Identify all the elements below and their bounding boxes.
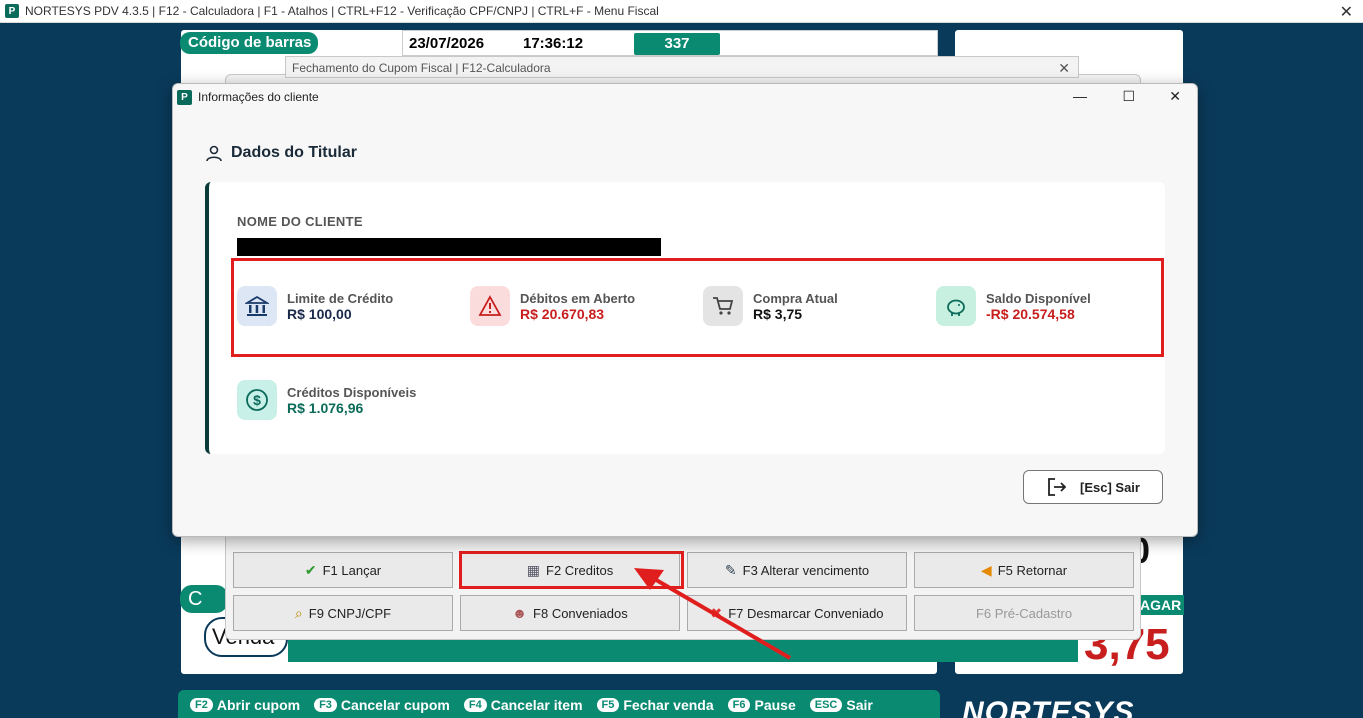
- shortcut-abrir-cupom[interactable]: F2 Abrir cupom: [190, 697, 300, 713]
- cnpj-cpf-button[interactable]: ⌕ F9 CNPJ/CPF: [233, 595, 453, 631]
- shortcut-fechar-venda[interactable]: F5 Fechar venda: [596, 697, 714, 713]
- section-title: Dados do Titular: [205, 144, 357, 162]
- logout-icon: [1048, 478, 1067, 496]
- close-icon[interactable]: ✕: [1169, 88, 1181, 105]
- dialog-titlebar: P Informações do cliente — ☐ ✕: [173, 84, 1197, 110]
- search-document-icon: ⌕: [294, 604, 303, 621]
- date-value: 23/07/2026: [409, 35, 485, 52]
- f2-highlight-annotation: [459, 551, 684, 589]
- dollar-circle-icon: $: [237, 380, 277, 420]
- brand-logo: NORTESYS: [962, 696, 1135, 718]
- retornar-button[interactable]: ◀ F5 Retornar: [914, 552, 1134, 588]
- client-name-redacted: [237, 238, 661, 256]
- barcode-label: Código de barras: [180, 32, 318, 54]
- lancar-button[interactable]: ✔ F1 Lançar: [233, 552, 453, 588]
- shortcut-pause[interactable]: F6 Pause: [727, 697, 796, 713]
- app-logo-icon: P: [5, 4, 19, 18]
- pre-cadastro-button[interactable]: F6 Pré-Cadastro: [914, 595, 1134, 631]
- cupom-window-titlebar: Fechamento do Cupom Fiscal | F12-Calcula…: [285, 56, 1079, 78]
- svg-text:$: $: [253, 392, 261, 408]
- edit-icon: ✎: [724, 561, 737, 578]
- counter-badge: 337: [634, 33, 720, 55]
- exit-button[interactable]: [Esc] Sair: [1023, 470, 1163, 504]
- conveniados-button[interactable]: ☻ F8 Conveniados: [460, 595, 680, 631]
- users-icon: ☻: [512, 605, 528, 621]
- alterar-vencimento-button[interactable]: ✎ F3 Alterar vencimento: [687, 552, 907, 588]
- dialog-title: Informações do cliente: [198, 90, 319, 104]
- kpi-highlight-annotation: [231, 258, 1164, 357]
- minimize-icon[interactable]: —: [1073, 88, 1087, 104]
- kpi-creditos-disponiveis: $ Créditos Disponíveis R$ 1.076,96: [237, 380, 416, 420]
- maximize-icon[interactable]: ☐: [1122, 88, 1135, 105]
- c-label: C: [180, 585, 228, 613]
- cupom-window-title: Fechamento do Cupom Fiscal | F12-Calcula…: [292, 61, 551, 75]
- app-logo-icon: P: [177, 89, 192, 105]
- shortcut-footer: F2 Abrir cupom F3 Cancelar cupom F4 Cancela…: [178, 690, 940, 718]
- client-info-dialog: P Informações do cliente — ☐ ✕ Dados do …: [172, 83, 1198, 537]
- window-title: NORTESYS PDV 4.3.5 | F12 - Calculadora |…: [25, 4, 659, 18]
- close-icon[interactable]: ✕: [1058, 57, 1070, 79]
- shortcut-sair[interactable]: ESC Sair: [809, 697, 873, 713]
- client-name-label: NOME DO CLIENTE: [237, 214, 363, 229]
- time-value: 17:36:12: [523, 35, 584, 52]
- shortcut-cancelar-item[interactable]: F4 Cancelar item: [463, 697, 583, 713]
- shortcut-cancelar-cupom[interactable]: F3 Cancelar cupom: [314, 697, 450, 713]
- check-icon: ✔: [304, 561, 317, 578]
- desmarcar-conveniado-button[interactable]: ✖ F7 Desmarcar Conveniado: [687, 595, 907, 631]
- user-icon: [206, 145, 222, 162]
- close-icon[interactable]: ✕: [1340, 2, 1353, 22]
- os-titlebar: P NORTESYS PDV 4.3.5 | F12 - Calculadora…: [0, 0, 1363, 23]
- x-mark-icon: ✖: [710, 604, 723, 621]
- back-arrow-icon: ◀: [980, 561, 992, 578]
